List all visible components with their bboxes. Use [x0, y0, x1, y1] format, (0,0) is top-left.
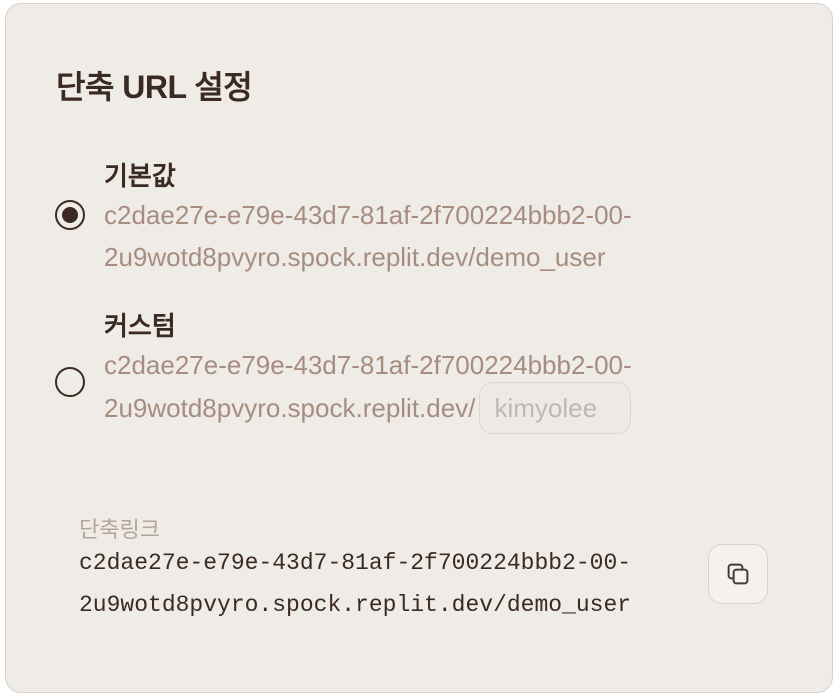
copy-icon: [727, 563, 749, 585]
copy-button[interactable]: [708, 544, 768, 604]
option-default-label: 기본값: [104, 161, 176, 191]
radio-default[interactable]: [55, 200, 85, 230]
option-default-url-line2: 2u9wotd8pvyro.spock.replit.dev/demo_user: [104, 242, 606, 272]
custom-slug-input[interactable]: [479, 382, 632, 434]
short-url-settings-card: 단축 URL 설정 기본값 c2dae27e-e79e-43d7-81af-2f…: [5, 3, 833, 693]
option-custom-url-line2: 2u9wotd8pvyro.spock.replit.dev/: [104, 392, 476, 423]
short-link-line2: 2u9wotd8pvyro.spock.replit.dev/demo_user: [79, 592, 632, 618]
radio-custom[interactable]: [55, 367, 85, 397]
option-default-url: c2dae27e-e79e-43d7-81af-2f700224bbb2-00-…: [104, 194, 754, 278]
short-link-label: 단축링크: [79, 517, 160, 542]
option-default-url-line1: c2dae27e-e79e-43d7-81af-2f700224bbb2-00-: [104, 200, 632, 230]
option-custom-label: 커스텀: [104, 311, 176, 341]
short-link-line1: c2dae27e-e79e-43d7-81af-2f700224bbb2-00-: [79, 550, 632, 576]
option-custom-url-line2-wrap: 2u9wotd8pvyro.spock.replit.dev/: [104, 382, 754, 434]
option-custom-url-line1: c2dae27e-e79e-43d7-81af-2f700224bbb2-00-: [104, 350, 632, 380]
short-link-value: c2dae27e-e79e-43d7-81af-2f700224bbb2-00-…: [79, 542, 699, 626]
option-custom-url: c2dae27e-e79e-43d7-81af-2f700224bbb2-00-…: [104, 344, 754, 434]
settings-title: 단축 URL 설정: [56, 69, 253, 105]
